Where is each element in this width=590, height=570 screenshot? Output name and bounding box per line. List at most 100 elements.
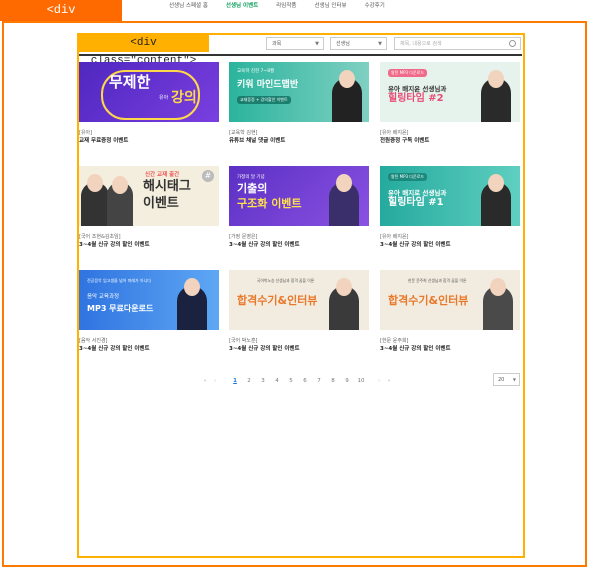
first-page-button[interactable]: « xyxy=(200,378,210,384)
card-title[interactable]: 3~4월 신규 강의 할인 이벤트 xyxy=(229,345,369,353)
card-category: [음악 서진경] xyxy=(79,338,108,344)
hashtag-icon: # xyxy=(202,170,214,182)
card-category: [국어 박노훈] xyxy=(229,338,258,344)
event-banner[interactable]: 무제한 유아 강의 xyxy=(79,62,219,122)
event-card[interactable]: 교육학 김현 7~8월 키워 마인드맵반 교재증정 + 강의할인 이벤트 [교육… xyxy=(229,62,369,145)
teacher-face xyxy=(488,174,504,192)
card-category: [한문 윤주희] xyxy=(380,338,409,344)
page-size-value: 20 xyxy=(498,377,505,383)
banner-small: 교육학 김현 7~8월 xyxy=(237,69,275,74)
banner-line2: 힐링타임 #2 xyxy=(388,93,444,104)
page-button[interactable]: 1 xyxy=(228,378,242,384)
banner-badge: 유아 xyxy=(159,95,169,101)
teacher-face xyxy=(339,70,355,88)
banner-line2: 이벤트 xyxy=(143,196,179,211)
page-button[interactable]: 6 xyxy=(298,378,312,384)
event-card[interactable]: 신간 교재 출간 해시태그 이벤트 # [국어 조현&김초임] 3~4월 신규 … xyxy=(79,166,219,249)
banner-small: 한문 윤주희 선생님과 합격 꿈을 이룬 xyxy=(408,278,467,283)
nav-item-reviews[interactable]: 수강후기 xyxy=(356,0,394,14)
page-button[interactable]: 8 xyxy=(326,378,340,384)
search-icon[interactable] xyxy=(509,40,516,47)
container-label: <div id="container"> xyxy=(0,0,122,38)
subject-select-value: 과목 xyxy=(272,41,282,47)
card-category: [국어 조현&김초임] xyxy=(79,234,121,240)
banner-line1: 무제한 xyxy=(109,73,151,91)
event-banner[interactable]: 왕된 MP3 다운로드 유아 배지로 선생님과 힐링타임 #1 xyxy=(380,166,520,226)
last-page-button[interactable]: » xyxy=(384,378,394,384)
banner-line2: 강의 xyxy=(171,90,197,106)
page-button[interactable]: 7 xyxy=(312,378,326,384)
teacher-face xyxy=(490,278,506,296)
nav-item-teacher-event[interactable]: 선생님 이벤트 xyxy=(217,0,267,14)
content-label: <div class="content"> xyxy=(78,34,209,67)
banner-small: 전공음악 임고생을 넘어 미래가 아니다 xyxy=(87,278,151,283)
banner-pill: 교재증정 + 강의할인 이벤트 xyxy=(237,96,291,104)
banner-line1: 합격수기&인터뷰 xyxy=(388,294,469,307)
event-banner[interactable]: 가정의 달 기념 기출의 구조화 이벤트 xyxy=(229,166,369,226)
event-card[interactable]: 왕된 MP3 다운로드 유아 배지로 선생님과 힐링타임 #1 [유아 배지윤]… xyxy=(380,166,520,249)
card-category: [유아 배지윤] xyxy=(380,130,409,136)
search-input[interactable]: 제목, 내용으로 검색 xyxy=(394,37,521,50)
teacher-face xyxy=(184,278,200,296)
teacher-face xyxy=(87,174,103,192)
chevron-down-icon: ▼ xyxy=(315,41,319,47)
event-banner[interactable]: 전공음악 임고생을 넘어 미래가 아니다 음악 교육과정 MP3 무료다운로드 xyxy=(79,270,219,330)
event-card[interactable]: 전공음악 임고생을 넘어 미래가 아니다 음악 교육과정 MP3 무료다운로드 … xyxy=(79,270,219,353)
banner-line2: 힐링타임 #1 xyxy=(388,197,444,208)
page-button[interactable]: 10 xyxy=(354,378,368,384)
page-button[interactable]: 5 xyxy=(284,378,298,384)
card-category: [유아] xyxy=(79,130,93,136)
banner-small: 신간 교재 출간 xyxy=(145,172,180,178)
teacher-face xyxy=(112,176,128,194)
nav-item-teacher-interview[interactable]: 선생님 인터뷰 xyxy=(305,0,355,14)
subject-select[interactable]: 과목 ▼ xyxy=(266,37,324,50)
page-button[interactable]: 2 xyxy=(242,378,256,384)
event-banner[interactable]: 국어박노승 선생님과 합격 꿈을 이룬 합격수기&인터뷰 xyxy=(229,270,369,330)
header-divider xyxy=(79,54,522,56)
page-size-select[interactable]: 20 ▼ xyxy=(493,373,520,386)
page-button[interactable]: 4 xyxy=(270,378,284,384)
page-button[interactable]: 3 xyxy=(256,378,270,384)
page-button[interactable]: 9 xyxy=(340,378,354,384)
card-title[interactable]: 3~4월 신규 강의 할인 이벤트 xyxy=(79,241,219,249)
teacher-face xyxy=(488,70,504,88)
banner-line2: 구조화 이벤트 xyxy=(237,197,302,210)
event-card[interactable]: 무제한 유아 강의 [유아] 교재 무료증정 이벤트 xyxy=(79,62,219,145)
banner-line1: 합격수기&인터뷰 xyxy=(237,294,318,307)
card-category: [교육학 김현] xyxy=(229,130,258,136)
prev-page-button[interactable]: ‹ xyxy=(210,378,220,384)
event-banner[interactable]: 한문 윤주희 선생님과 합격 꿈을 이룬 합격수기&인터뷰 xyxy=(380,270,520,330)
card-title[interactable]: 전원증정 구독 이벤트 xyxy=(380,137,520,145)
card-title[interactable]: 3~4월 신규 강의 할인 이벤트 xyxy=(380,241,520,249)
teacher-face xyxy=(336,278,352,296)
teacher-select[interactable]: 선생님 ▼ xyxy=(330,37,387,50)
card-title[interactable]: 3~4월 신규 강의 할인 이벤트 xyxy=(79,345,219,353)
banner-line2: MP3 무료다운로드 xyxy=(87,304,154,313)
event-card[interactable]: 왕된 MP3 다운로드 유아 배지윤 선생님과 힐링타임 #2 [유아 배지윤]… xyxy=(380,62,520,145)
nav-item-lime-work[interactable]: 라임작품 xyxy=(267,0,305,14)
event-card[interactable]: 가정의 달 기념 기출의 구조화 이벤트 [가정 문영은] 3~4월 신규 강의… xyxy=(229,166,369,249)
event-card[interactable]: 한문 윤주희 선생님과 합격 꿈을 이룬 합격수기&인터뷰 [한문 윤주희] 3… xyxy=(380,270,520,353)
pagination: « ‹ 1 2 3 4 5 6 7 8 9 10 › » xyxy=(200,375,394,387)
card-title[interactable]: 3~4월 신규 강의 할인 이벤트 xyxy=(229,241,369,249)
event-card[interactable]: 국어박노승 선생님과 합격 꿈을 이룬 합격수기&인터뷰 [국어 박노훈] 3~… xyxy=(229,270,369,353)
banner-line1: 해시태그 xyxy=(143,179,191,194)
chevron-down-icon: ▼ xyxy=(378,41,382,47)
card-title[interactable]: 유튜브 채널 댓글 이벤트 xyxy=(229,137,369,145)
banner-small: 국어박노승 선생님과 합격 꿈을 이룬 xyxy=(257,278,315,283)
top-nav: 선생님 스페셜 홈 선생님 이벤트 라임작품 선생님 인터뷰 수강후기 xyxy=(160,0,394,14)
card-title[interactable]: 3~4월 신규 강의 할인 이벤트 xyxy=(380,345,520,353)
event-banner[interactable]: 왕된 MP3 다운로드 유아 배지윤 선생님과 힐링타임 #2 xyxy=(380,62,520,122)
search-placeholder: 제목, 내용으로 검색 xyxy=(400,41,442,47)
event-banner[interactable]: 신간 교재 출간 해시태그 이벤트 # xyxy=(79,166,219,226)
event-banner[interactable]: 교육학 김현 7~8월 키워 마인드맵반 교재증정 + 강의할인 이벤트 xyxy=(229,62,369,122)
teacher-face xyxy=(336,174,352,192)
banner-line1: 키워 마인드맵반 xyxy=(237,80,299,90)
banner-line1: 기출의 xyxy=(237,182,268,195)
chevron-down-icon: ▼ xyxy=(512,377,516,382)
next-page-button[interactable]: › xyxy=(374,378,384,384)
banner-pill: 왕된 MP3 다운로드 xyxy=(388,173,428,181)
nav-item-special-home[interactable]: 선생님 스페셜 홈 xyxy=(160,0,217,14)
banner-small: 가정의 달 기념 xyxy=(237,175,265,180)
card-title[interactable]: 교재 무료증정 이벤트 xyxy=(79,137,219,145)
